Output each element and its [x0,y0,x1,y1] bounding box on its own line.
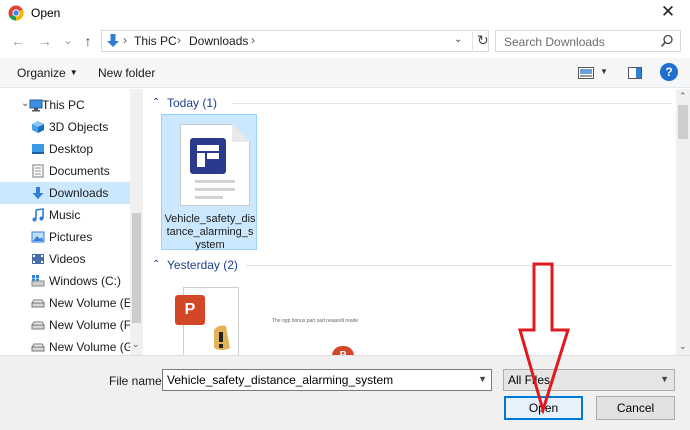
sidebar-scrollbar[interactable]: ⌄ [130,89,143,355]
preview-text: The ogp bonus part sad neaandi reade [272,318,359,324]
breadcrumb-this-pc[interactable]: This PC [134,34,177,48]
forward-button[interactable]: → [36,32,54,50]
scroll-down-icon[interactable]: ⌄ [679,341,687,352]
sidebar-item-3d-objects[interactable]: 3D Objects [0,116,130,138]
organize-button[interactable]: Organize ▼ [17,66,78,80]
caret-down-icon: ▼ [69,68,78,77]
command-bar: Organize ▼ New folder ▼ ? [0,58,690,88]
sidebar-item-desktop[interactable]: Desktop [0,138,130,160]
file-list-scrollbar[interactable]: ⌃ ⌄ [676,89,690,355]
search-input[interactable]: Search Downloads [504,35,605,49]
file-list: ⌃ Today (1) Vehicle_safety_distance_alar… [146,89,676,355]
group-divider [246,265,672,266]
desktop-icon [32,144,44,154]
collapse-chevron-icon[interactable]: ⌃ [152,259,160,270]
new-folder-button[interactable]: New folder [98,66,155,80]
drive-icon [31,321,45,330]
group-header-yesterday[interactable]: ⌃ Yesterday (2) [146,255,676,275]
sidebar-item-this-pc[interactable]: ⌄ This PC [0,94,130,116]
sidebar-item-volume-g[interactable]: New Volume (G:) [0,336,140,355]
downloads-location-icon [107,34,119,47]
address-dropdown-icon[interactable]: ⌄ [454,34,462,45]
group-header-today[interactable]: ⌃ Today (1) [146,93,676,113]
title-bar: Open ✕ [0,0,690,26]
up-button[interactable]: ↑ [79,32,97,50]
sidebar-item-pictures[interactable]: Pictures [0,226,130,248]
sidebar-item-documents[interactable]: Documents [0,160,130,182]
file-item-vehicle-safety[interactable]: Vehicle_safety_distance_alarming_system [161,114,257,251]
breadcrumb-separator: › [177,33,181,47]
cancel-button[interactable]: Cancel [596,396,675,420]
navigation-bar: ← → ⌄ ↑ › This PC › Downloads › ⌄ ↻ Sear… [0,28,690,56]
powerpoint-small-icon[interactable]: P [332,346,354,355]
breadcrumb-downloads[interactable]: Downloads [189,34,248,48]
sidebar-item-volume-f[interactable]: New Volume (F:) [0,314,138,336]
file-list-scroll-thumb[interactable] [678,105,688,139]
music-icon [32,208,44,222]
annotation-arrow [518,262,571,414]
drive-icon [31,343,45,352]
file-item-label: Vehicle_safety_distance_alarming_system [164,213,256,251]
file-name-dropdown-icon[interactable]: ▼ [478,374,487,384]
address-bar[interactable]: › This PC › Downloads › ⌄ ↻ [101,30,489,52]
computer-icon [29,99,43,112]
windows-drive-icon [31,275,45,287]
help-icon[interactable]: ? [660,63,678,81]
pictures-icon [31,231,45,243]
view-options-caret-icon[interactable]: ▼ [600,67,608,76]
download-icon [32,187,44,199]
videos-icon [32,254,44,264]
recent-locations-button[interactable]: ⌄ [59,32,77,50]
search-icon [660,34,673,47]
scroll-up-icon[interactable]: ⌃ [679,91,687,102]
search-box[interactable]: Search Downloads [495,30,681,52]
file-item-presentation[interactable]: P [175,287,241,355]
sidebar-item-videos[interactable]: Videos [0,248,130,270]
sidebar-item-windows-c[interactable]: Windows (C:) [0,270,130,292]
document-file-icon [180,124,250,206]
powerpoint-icon: P [175,295,205,325]
chrome-icon [8,5,24,21]
drive-icon [31,299,45,308]
refresh-icon[interactable]: ↻ [472,32,489,50]
file-name-value[interactable]: Vehicle_safety_distance_alarming_system [167,373,393,387]
close-button[interactable]: ✕ [654,2,682,24]
collapse-chevron-icon[interactable]: ⌃ [152,97,160,108]
group-divider [232,103,672,104]
back-button[interactable]: ← [9,32,27,50]
file-name-input[interactable]: Vehicle_safety_distance_alarming_system … [162,369,492,391]
documents-icon [32,164,44,178]
window-title: Open [31,6,61,20]
breadcrumb-separator: › [123,33,127,47]
sidebar-item-volume-e[interactable]: New Volume (E:) [0,292,139,314]
file-name-label: File name: [109,374,166,388]
app-badge-icon [190,138,226,174]
preview-pane-icon[interactable] [628,67,642,79]
sidebar-item-downloads[interactable]: Downloads [0,182,130,204]
navigation-pane: ⌄ This PC 3D Objects Desktop Documents D… [0,89,143,355]
file-type-dropdown-icon[interactable]: ▼ [660,374,669,384]
dialog-footer: File name: Vehicle_safety_distance_alarm… [0,355,690,430]
sidebar-scroll-thumb[interactable] [132,213,141,323]
cube-icon [32,121,44,133]
breadcrumb-separator: › [251,33,255,47]
sidebar-item-music[interactable]: Music [0,204,130,226]
change-view-icon[interactable] [578,67,594,79]
scroll-down-icon[interactable]: ⌄ [132,339,140,350]
